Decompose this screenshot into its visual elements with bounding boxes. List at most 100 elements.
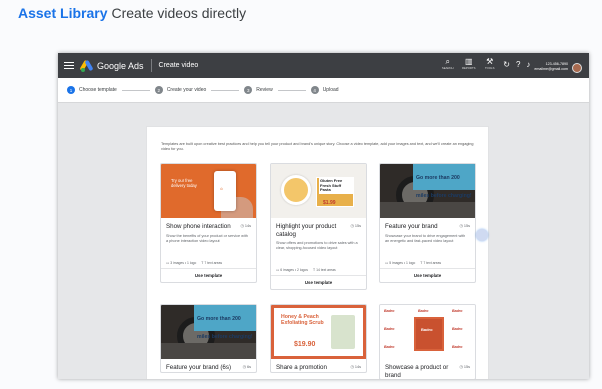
- reports-icon: ▥: [464, 56, 473, 66]
- card-meta: ▭ 5 images • 1 logo T 7 text areas: [380, 261, 475, 268]
- avatar[interactable]: [572, 62, 582, 73]
- meta-text-areas: 14 text areas: [316, 268, 336, 272]
- step-number: 4: [310, 86, 319, 94]
- refresh-icon[interactable]: ↻: [503, 57, 510, 73]
- notifications-icon[interactable]: ♪: [526, 57, 530, 73]
- card-description: Showcase your brand to drive engagement …: [385, 233, 466, 243]
- meta-text-areas: 7 text areas: [423, 260, 442, 265]
- slide-title-accent: Asset Library: [18, 5, 108, 21]
- wrench-icon: ⚒: [486, 56, 494, 66]
- step-label: Create your video: [166, 87, 207, 93]
- template-panel: Templates are built upon creative best p…: [146, 126, 489, 379]
- step-upload[interactable]: 4 Upload: [310, 86, 339, 94]
- help-icon[interactable]: ?: [516, 57, 520, 73]
- card-description: Show offers and promotions to drive sale…: [276, 241, 358, 250]
- template-card[interactable]: Honey & Peach Exfoliating Scrub $19.90 S…: [270, 304, 367, 373]
- template-card[interactable]: Badro Badro Badro Badro Badro Badro Badr…: [379, 304, 476, 379]
- thumbnail-price: $1.99: [323, 200, 336, 206]
- tools-tool-button[interactable]: ⚒ TOOLS: [482, 57, 497, 70]
- tools-tool-label: TOOLS: [485, 65, 495, 70]
- search-tool-button[interactable]: ⌕ SEARCH: [440, 57, 455, 70]
- page-title: Create video: [158, 62, 199, 69]
- step-connector: [121, 89, 150, 91]
- featured-product-graphic: Badro: [414, 317, 444, 351]
- meta-assets: 5 images • 1 logo: [389, 260, 416, 265]
- food-plate-graphic: [281, 175, 311, 205]
- thumbnail-price: $19.90: [294, 341, 316, 348]
- pattern-logo: Badro: [418, 309, 429, 313]
- product-jar-graphic: [331, 315, 355, 349]
- template-thumbnail: Badro Badro Badro Badro Badro Badro Badr…: [380, 305, 475, 359]
- duration-value: 14s: [354, 365, 361, 369]
- thumbnail-banner: Go more than 200 miles before charging!: [413, 164, 475, 199]
- top-app-bar: Google Ads Create video ⌕ SEARCH ▥ REPORTS…: [58, 53, 589, 78]
- step-choose-template[interactable]: 1 Choose template: [67, 86, 117, 94]
- thumbnail-text: Go more than 200 miles before charging!: [197, 316, 253, 340]
- meta-text-areas: 7 text areas: [204, 260, 223, 265]
- step-number: 2: [154, 86, 163, 94]
- step-connector: [211, 89, 240, 91]
- card-duration: ◷ 6s: [242, 365, 251, 369]
- template-thumbnail: Gluten Free Fresh Stuff Pasta $1.99: [271, 164, 366, 218]
- card-title: Share a promotion: [276, 364, 327, 371]
- template-card[interactable]: Try our free delivery today ⊙ Show phone…: [160, 163, 257, 283]
- step-review[interactable]: 3 Review: [244, 86, 273, 94]
- search-tool-label: SEARCH: [441, 65, 454, 70]
- step-label: Review: [256, 87, 273, 93]
- template-thumbnail: Go more than 200 miles before charging!: [161, 305, 256, 359]
- card-duration: ◷ 15s: [459, 224, 471, 228]
- template-card[interactable]: Gluten Free Fresh Stuff Pasta $1.99 High…: [270, 163, 367, 290]
- template-card[interactable]: Go more than 200 miles before charging! …: [379, 163, 476, 283]
- slide-title-rest: Create videos directly: [111, 5, 247, 21]
- use-template-button[interactable]: Use template: [271, 275, 366, 289]
- pattern-logo: Badro: [452, 327, 463, 331]
- image-icon: ▭: [385, 260, 389, 265]
- card-duration: ◷ 14s: [350, 365, 362, 369]
- meta-assets: 3 images • 1 logo: [170, 260, 197, 265]
- account-info[interactable]: 123-456-7890 emailme@gmail.com: [534, 59, 568, 72]
- use-template-button[interactable]: Use template: [380, 267, 475, 282]
- image-icon: ▭: [166, 260, 170, 265]
- card-title: Feature your brand (6s): [166, 364, 231, 371]
- card-duration: ◷ 15s: [459, 365, 471, 369]
- pattern-logo: Badro: [384, 345, 395, 349]
- search-icon: ⌕: [445, 56, 450, 66]
- step-label: Choose template: [79, 87, 117, 93]
- thumbnail-text: Gluten Free Fresh Stuff Pasta: [319, 178, 353, 194]
- step-connector: [277, 89, 306, 91]
- duration-value: 14s: [244, 224, 251, 228]
- menu-icon[interactable]: [64, 62, 74, 69]
- card-title: Highlight your product catalog: [276, 223, 337, 238]
- topbar-tools: ⌕ SEARCH ▥ REPORTS ⚒ TOOLS ↻ ? ♪: [440, 57, 530, 75]
- account-email: emailme@gmail.com: [534, 67, 568, 71]
- google-ads-logo-icon: [79, 59, 94, 72]
- template-card[interactable]: Go more than 200 miles before charging! …: [160, 304, 257, 373]
- card-duration: ◷ 15s: [350, 224, 362, 228]
- step-create-video[interactable]: 2 Create your video: [154, 86, 207, 94]
- card-title: Feature your brand: [385, 223, 438, 230]
- text-icon: T: [201, 260, 204, 265]
- meta-assets: 6 images • 2 logos: [280, 268, 308, 272]
- reports-tool-button[interactable]: ▥ REPORTS: [461, 57, 476, 70]
- duration-value: 15s: [463, 224, 470, 228]
- dashboard-graphic: [161, 343, 256, 359]
- text-icon: T: [420, 260, 423, 265]
- card-title: Show phone interaction: [166, 223, 231, 230]
- thumbnail-text: Honey & Peach Exfoliating Scrub: [281, 314, 324, 326]
- intro-text: Templates are built upon creative best p…: [161, 142, 474, 152]
- cursor-indicator: [476, 229, 488, 241]
- template-thumbnail: Go more than 200 miles before charging!: [380, 164, 475, 218]
- image-icon: ▭: [276, 268, 280, 272]
- pattern-logo: Badro: [452, 309, 463, 313]
- use-template-button[interactable]: Use template: [161, 267, 256, 282]
- pattern-logo: Badro: [384, 327, 395, 331]
- brand-name: Google Ads: [97, 60, 144, 71]
- featured-logo: Badro: [421, 327, 433, 332]
- topbar-divider: [150, 59, 152, 72]
- duration-value: 15s: [354, 224, 361, 228]
- step-label: Upload: [322, 87, 339, 93]
- dashboard-graphic: [380, 202, 475, 218]
- stepper: 1 Choose template 2 Create your video 3 Rev…: [58, 78, 589, 103]
- thumbnail-banner: Go more than 200 miles before charging!: [194, 305, 256, 340]
- reports-tool-label: REPORTS: [461, 65, 476, 70]
